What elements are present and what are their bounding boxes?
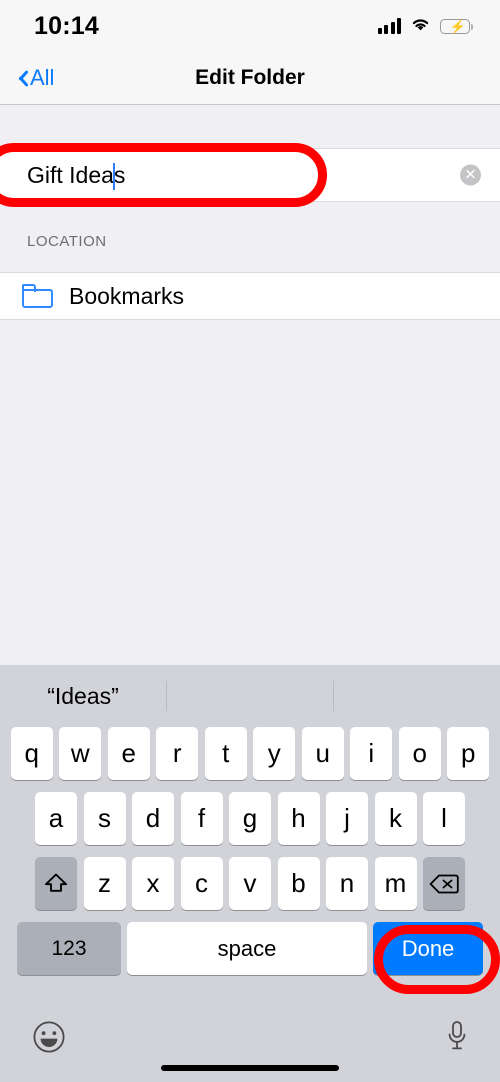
predictive-text-bar: “Ideas”	[0, 665, 500, 727]
keyboard-row-2: a s d f g h j k l	[0, 792, 500, 845]
keyboard-row-3: z x c v b n m	[0, 857, 500, 910]
prediction-candidate-1[interactable]: “Ideas”	[0, 665, 166, 727]
key-v[interactable]: v	[229, 857, 271, 910]
numbers-key[interactable]: 123	[17, 922, 121, 975]
key-l[interactable]: l	[423, 792, 465, 845]
backspace-key[interactable]	[423, 857, 465, 910]
key-r[interactable]: r	[156, 727, 199, 780]
key-a[interactable]: a	[35, 792, 77, 845]
key-t[interactable]: t	[204, 727, 247, 780]
text-cursor	[113, 163, 115, 190]
key-n[interactable]: n	[326, 857, 368, 910]
wifi-icon	[410, 16, 431, 37]
key-b[interactable]: b	[277, 857, 320, 910]
backspace-icon	[429, 873, 459, 895]
key-s[interactable]: s	[83, 792, 126, 845]
navigation-bar: All Edit Folder	[0, 52, 500, 105]
clear-text-button[interactable]: ✕	[460, 164, 481, 186]
status-bar: 10:14 ⚡	[0, 0, 500, 52]
done-key[interactable]: Done	[373, 922, 483, 975]
folder-icon	[22, 284, 53, 308]
iphone-screen: 10:14 ⚡ All Edit Folder Gift Ideas ✕ LOC…	[0, 0, 500, 1082]
shift-key[interactable]	[35, 857, 77, 910]
back-button[interactable]: All	[14, 65, 54, 91]
key-g[interactable]: g	[229, 792, 271, 845]
key-p[interactable]: p	[447, 727, 490, 780]
battery-charging-icon: ⚡	[440, 18, 474, 34]
key-q[interactable]: q	[10, 727, 53, 780]
key-m[interactable]: m	[374, 857, 417, 910]
key-z[interactable]: z	[83, 857, 126, 910]
key-f[interactable]: f	[180, 792, 223, 845]
location-row-label: Bookmarks	[69, 282, 185, 309]
chevron-left-icon	[14, 67, 27, 89]
keyboard-row-1: q w e r t y u i o p	[0, 727, 500, 780]
shift-arrow-icon	[43, 871, 69, 896]
location-section-header: LOCATION	[27, 233, 107, 250]
folder-name-field[interactable]	[27, 155, 407, 195]
key-k[interactable]: k	[374, 792, 417, 845]
back-button-label: All	[30, 65, 55, 90]
keyboard-bottom-bar	[0, 1006, 500, 1082]
status-bar-icons: ⚡	[377, 16, 474, 37]
key-h[interactable]: h	[277, 792, 320, 845]
key-j[interactable]: j	[326, 792, 368, 845]
key-u[interactable]: u	[301, 727, 344, 780]
cellular-bars-icon	[377, 18, 401, 34]
microphone-icon[interactable]	[446, 1020, 468, 1059]
key-w[interactable]: w	[59, 727, 102, 780]
prediction-candidate-3[interactable]	[334, 665, 500, 727]
key-e[interactable]: e	[107, 727, 150, 780]
location-row-bookmarks[interactable]: Bookmarks	[0, 272, 500, 320]
page-title: Edit Folder	[195, 66, 305, 89]
smiley-face-icon[interactable]	[32, 1020, 66, 1059]
folder-name-row: ✕	[0, 148, 500, 202]
key-y[interactable]: y	[253, 727, 296, 780]
key-o[interactable]: o	[398, 727, 441, 780]
key-c[interactable]: c	[180, 857, 223, 910]
space-key[interactable]: space	[127, 922, 367, 975]
status-bar-clock: 10:14	[34, 11, 99, 40]
home-indicator	[161, 1065, 339, 1071]
key-x[interactable]: x	[132, 857, 174, 910]
close-icon: ✕	[464, 166, 477, 184]
keyboard-row-4: 123 space Done	[0, 922, 500, 975]
key-i[interactable]: i	[350, 727, 393, 780]
prediction-candidate-2[interactable]	[167, 665, 333, 727]
key-d[interactable]: d	[132, 792, 174, 845]
